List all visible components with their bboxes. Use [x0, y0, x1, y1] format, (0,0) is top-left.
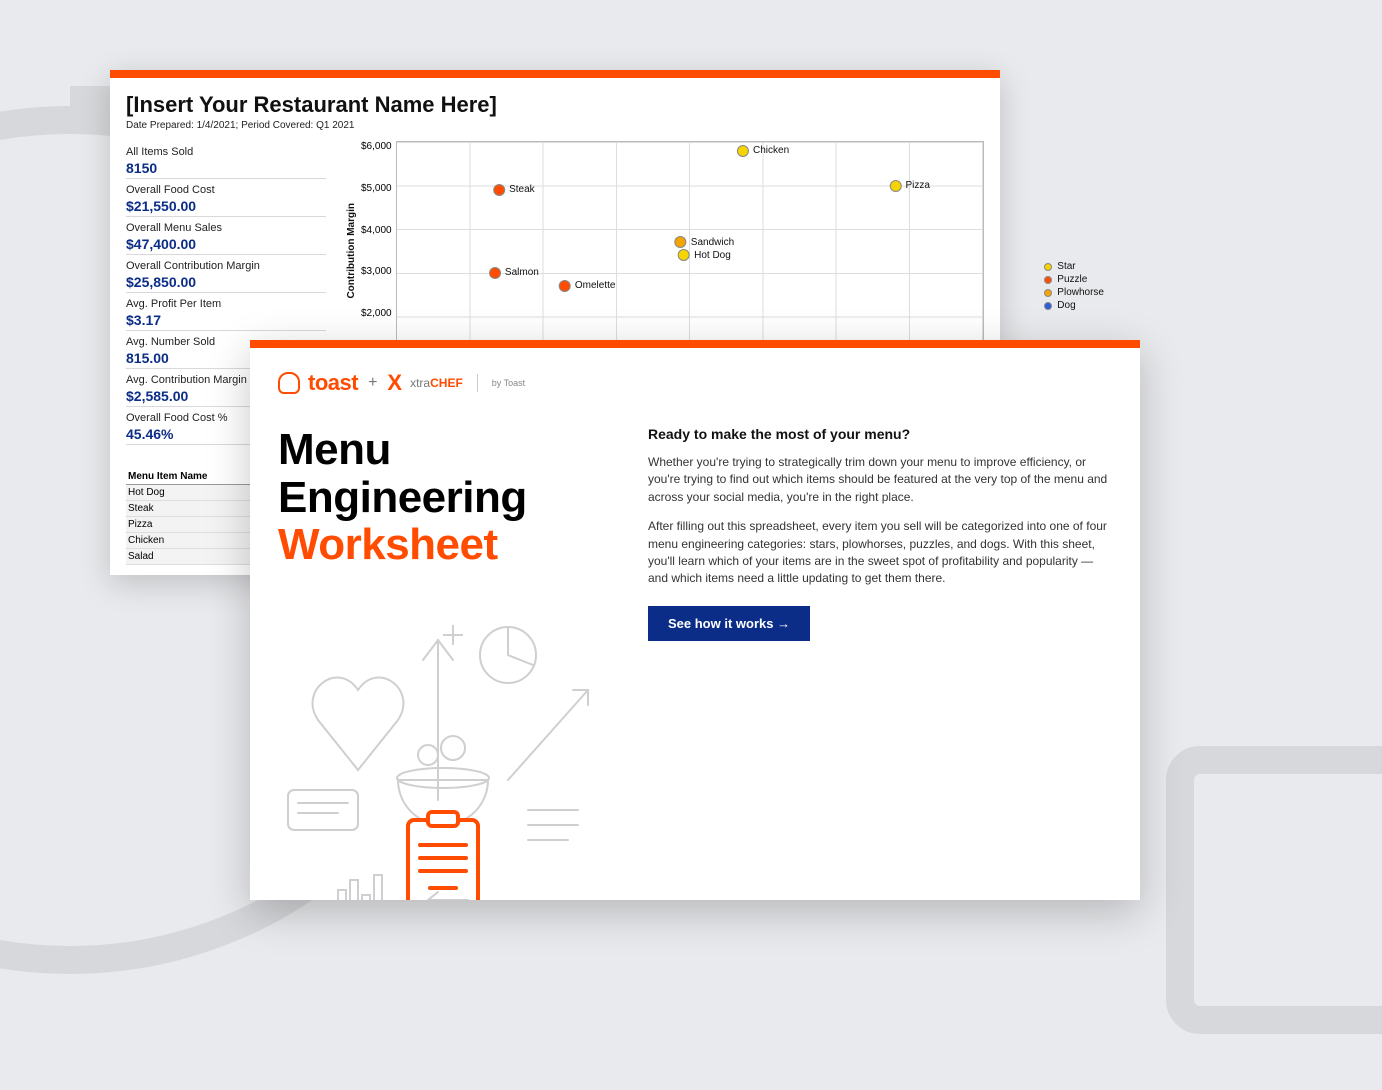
chart-plot-area: Chicken Pizza Steak Sandwich Hot Dog Salmon Om… — [396, 141, 984, 361]
by-toast-label: by Toast — [492, 378, 525, 388]
restaurant-name-placeholder: [Insert Your Restaurant Name Here] — [126, 92, 984, 118]
orange-bar — [110, 70, 1000, 78]
chart-point-label: Chicken — [753, 145, 789, 156]
stat-item: Avg. Profit Per Item$3.17 — [126, 293, 326, 331]
lead-heading: Ready to make the most of your menu? — [648, 426, 1112, 442]
xtrachef-logo-text: xtraCHEF — [410, 376, 463, 390]
stat-item: Overall Food Cost$21,550.00 — [126, 179, 326, 217]
chart-point-dot-icon — [559, 280, 571, 292]
table-header-name: Menu Item Name — [128, 471, 242, 482]
chart-point-label: Sandwich — [691, 237, 734, 248]
chart-point-dot-icon — [489, 267, 501, 279]
chart-point: Salmon — [489, 267, 539, 279]
legend-dot-icon — [1044, 263, 1052, 271]
chart-point: Steak — [493, 184, 535, 196]
legend-item: Dog — [1044, 300, 1104, 311]
chart-point-dot-icon — [889, 180, 901, 192]
chart-point-label: Steak — [509, 184, 535, 195]
chart-point: Chicken — [737, 145, 789, 157]
divider — [477, 374, 478, 392]
chart-point: Sandwich — [675, 236, 734, 248]
toast-icon — [278, 372, 300, 394]
legend-dot-icon — [1044, 302, 1052, 310]
legend-item: Plowhorse — [1044, 287, 1104, 298]
chart-point-dot-icon — [675, 236, 687, 248]
stat-item: Overall Menu Sales$47,400.00 — [126, 217, 326, 255]
toast-logo-text: toast — [308, 370, 358, 396]
orange-bar — [250, 340, 1140, 348]
brand-row: toast + X xtraCHEF by Toast — [278, 370, 1112, 396]
intro-paragraph: After filling out this spreadsheet, ever… — [648, 518, 1112, 588]
chart-point-label: Pizza — [905, 180, 929, 191]
legend-item: Puzzle — [1044, 274, 1104, 285]
worksheet-front-sheet: toast + X xtraCHEF by Toast Menu Enginee… — [250, 340, 1140, 900]
chart-legend: Star Puzzle Plowhorse Dog — [1044, 261, 1104, 313]
chart-point-dot-icon — [737, 145, 749, 157]
chart-point-label: Omelette — [575, 280, 616, 291]
chart-y-axis-label: Contribution Margin — [346, 203, 357, 299]
legend-dot-icon — [1044, 276, 1052, 284]
chart-point: Pizza — [889, 180, 929, 192]
doodle-illustration — [278, 600, 618, 900]
see-how-it-works-button[interactable]: See how it works → — [648, 606, 810, 641]
stat-item: All Items Sold8150 — [126, 141, 326, 179]
date-prepared-label: Date Prepared: 1/4/2021; Period Covered:… — [126, 120, 984, 131]
plus-icon: + — [368, 374, 377, 392]
chart-y-ticks: $6,000 $5,000 $4,000 $3,000 $2,000 $1,00… — [361, 141, 396, 361]
legend-item: Star — [1044, 261, 1104, 272]
intro-paragraph: Whether you're trying to strategically t… — [648, 454, 1112, 506]
xtrachef-x-icon: X — [387, 370, 402, 396]
page-title: Menu Engineering Worksheet — [278, 426, 608, 569]
chart-point-label: Salmon — [505, 267, 539, 278]
chart-point: Omelette — [559, 280, 616, 292]
chart-point-dot-icon — [678, 249, 690, 261]
chart-point: Hot Dog — [678, 249, 731, 261]
stat-item: Overall Contribution Margin$25,850.00 — [126, 255, 326, 293]
legend-dot-icon — [1044, 289, 1052, 297]
chart-point-label: Hot Dog — [694, 250, 731, 261]
chart-point-dot-icon — [493, 184, 505, 196]
